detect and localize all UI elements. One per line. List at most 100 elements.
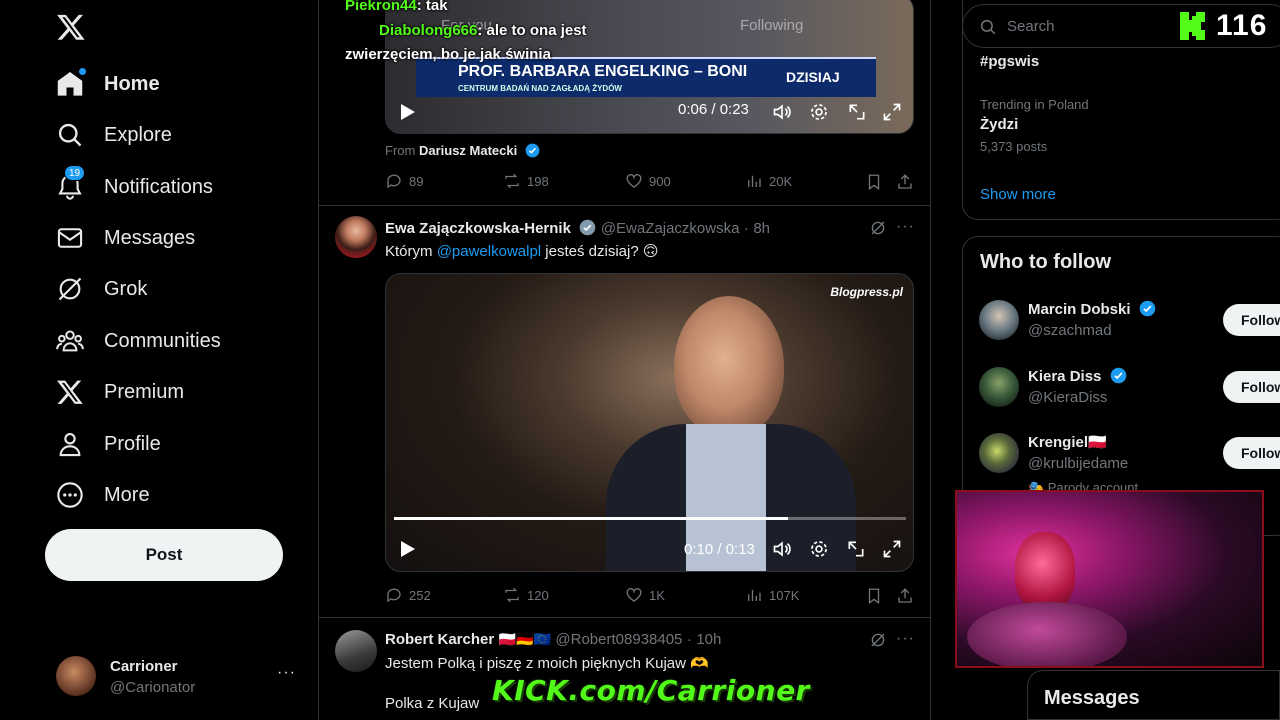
avatar[interactable] [979, 433, 1019, 473]
speaker-face [674, 296, 784, 436]
tweet-actions: 89 198 900 20K [385, 172, 912, 192]
share-icon[interactable] [896, 587, 914, 605]
post-button[interactable]: Post [45, 529, 283, 581]
author-name[interactable]: Robert Karcher [385, 631, 494, 648]
fullscreen-icon[interactable] [882, 102, 902, 122]
tab-following[interactable]: Following [740, 17, 803, 34]
separator: · [743, 220, 749, 237]
follow-suggestion-name[interactable]: Kiera Diss [1028, 367, 1127, 385]
follow-suggestion-handle: @szachmad [1028, 322, 1112, 339]
nav-label: Communities [104, 329, 221, 352]
video-progress-track[interactable] [394, 517, 906, 520]
video-controls: 0:06 / 0:23 [386, 93, 913, 133]
video-progress-fill [394, 517, 789, 520]
fullscreen-icon[interactable] [882, 539, 902, 559]
like-button[interactable]: 1K [625, 586, 665, 604]
play-icon[interactable] [400, 540, 416, 558]
avatar[interactable] [979, 300, 1019, 340]
author-handle[interactable]: @EwaZajaczkowska [601, 220, 740, 237]
verified-badge-icon [580, 219, 596, 236]
unread-dot [79, 68, 86, 75]
follow-suggestion-handle: @KieraDiss [1028, 389, 1108, 406]
video-source: From Dariusz Matecki [385, 143, 540, 158]
more-circle-icon [56, 481, 84, 509]
repost-button[interactable]: 198 [503, 172, 549, 190]
messages-drawer[interactable]: Messages [1027, 670, 1280, 720]
verified-badge-icon [1139, 300, 1155, 317]
nav-notifications[interactable]: 19 Notifications [56, 165, 213, 209]
tweet-text: Polka z Kujaw [385, 695, 480, 712]
author-flags: 🇵🇱🇩🇪🇪🇺 [498, 631, 551, 647]
follow-button[interactable]: Follow [1223, 371, 1280, 403]
follow-button[interactable]: Follow [1223, 304, 1280, 336]
pip-icon[interactable] [847, 102, 867, 122]
avatar[interactable] [979, 367, 1019, 407]
share-icon[interactable] [896, 173, 914, 191]
home-icon [56, 68, 86, 98]
like-button[interactable]: 900 [625, 172, 671, 190]
more-icon[interactable]: ··· [277, 664, 296, 682]
author-name[interactable]: Ewa Zajączkowska-Hernik [385, 220, 571, 237]
avatar[interactable] [335, 630, 377, 672]
reply-button[interactable]: 89 [385, 172, 423, 190]
follow-button[interactable]: Follow [1223, 437, 1280, 469]
views-icon [748, 589, 761, 601]
like-count: 1K [649, 587, 665, 603]
grok-icon [56, 275, 84, 303]
person-icon [56, 430, 84, 458]
grok-icon[interactable] [869, 631, 887, 649]
source-name[interactable]: Dariusz Matecki [419, 143, 517, 158]
views-button[interactable]: 107K [745, 586, 799, 604]
pip-icon[interactable] [846, 539, 866, 559]
trend-topic[interactable]: Żydzi [980, 116, 1018, 133]
separator: · [686, 631, 692, 648]
follow-suggestion-name[interactable]: Krengiel🇵🇱 [1028, 433, 1107, 451]
reply-button[interactable]: 252 [385, 586, 431, 604]
nav-messages[interactable]: Messages [56, 216, 195, 260]
show-more-link[interactable]: Show more [980, 186, 1056, 203]
heart-icon [626, 588, 642, 602]
repost-count: 198 [527, 173, 549, 189]
more-options-icon[interactable]: ··· [896, 218, 915, 236]
reply-count: 252 [409, 587, 431, 603]
nav-communities[interactable]: Communities [56, 319, 221, 363]
nav-premium[interactable]: Premium [56, 370, 184, 414]
bookmark-icon[interactable] [865, 173, 883, 191]
chat-message: Piekron44: tak [345, 0, 448, 14]
banner-channel: DZISIAJ [786, 69, 840, 85]
settings-icon[interactable] [809, 539, 829, 559]
x-logo-icon[interactable] [56, 12, 86, 42]
views-button[interactable]: 20K [745, 172, 792, 190]
nav-explore[interactable]: Explore [56, 113, 172, 157]
chat-text: zwierzęciem, bo je jak świnia [345, 46, 551, 63]
trend-tag[interactable]: #pgswis [980, 53, 1039, 70]
tweet-header: Robert Karcher 🇵🇱🇩🇪🇪🇺 @Robert08938405 · … [385, 631, 721, 649]
author-handle[interactable]: @Robert08938405 [555, 631, 682, 648]
volume-icon[interactable] [772, 539, 792, 559]
video-controls: 0:10 / 0:13 [386, 530, 913, 570]
pillow [967, 602, 1127, 666]
tweet-time[interactable]: 8h [753, 220, 770, 237]
reply-count: 89 [409, 173, 424, 189]
avatar [56, 656, 96, 696]
nav-home[interactable]: Home [56, 62, 160, 106]
nav-profile[interactable]: Profile [56, 422, 161, 466]
video-time: 0:10 / 0:13 [684, 541, 755, 558]
mention-link[interactable]: @pawelkowalpl [437, 243, 541, 260]
tweet-video[interactable]: Blogpress.pl 0:10 / 0:13 [385, 273, 914, 572]
tweet-time[interactable]: 10h [696, 631, 721, 648]
kick-logo-icon [1180, 12, 1205, 40]
account-switcher[interactable]: Carrioner @Carionator ··· [56, 654, 306, 700]
from-label: From [385, 143, 416, 158]
volume-icon[interactable] [772, 102, 792, 122]
nav-more[interactable]: More [56, 473, 150, 517]
more-options-icon[interactable]: ··· [896, 630, 915, 648]
repost-button[interactable]: 120 [503, 586, 549, 604]
avatar[interactable] [335, 216, 377, 258]
settings-icon[interactable] [809, 102, 829, 122]
follow-suggestion-name[interactable]: Marcin Dobski [1028, 300, 1156, 318]
play-icon[interactable] [400, 103, 416, 121]
nav-grok[interactable]: Grok [56, 267, 147, 311]
grok-icon[interactable] [869, 219, 887, 237]
bookmark-icon[interactable] [865, 587, 883, 605]
